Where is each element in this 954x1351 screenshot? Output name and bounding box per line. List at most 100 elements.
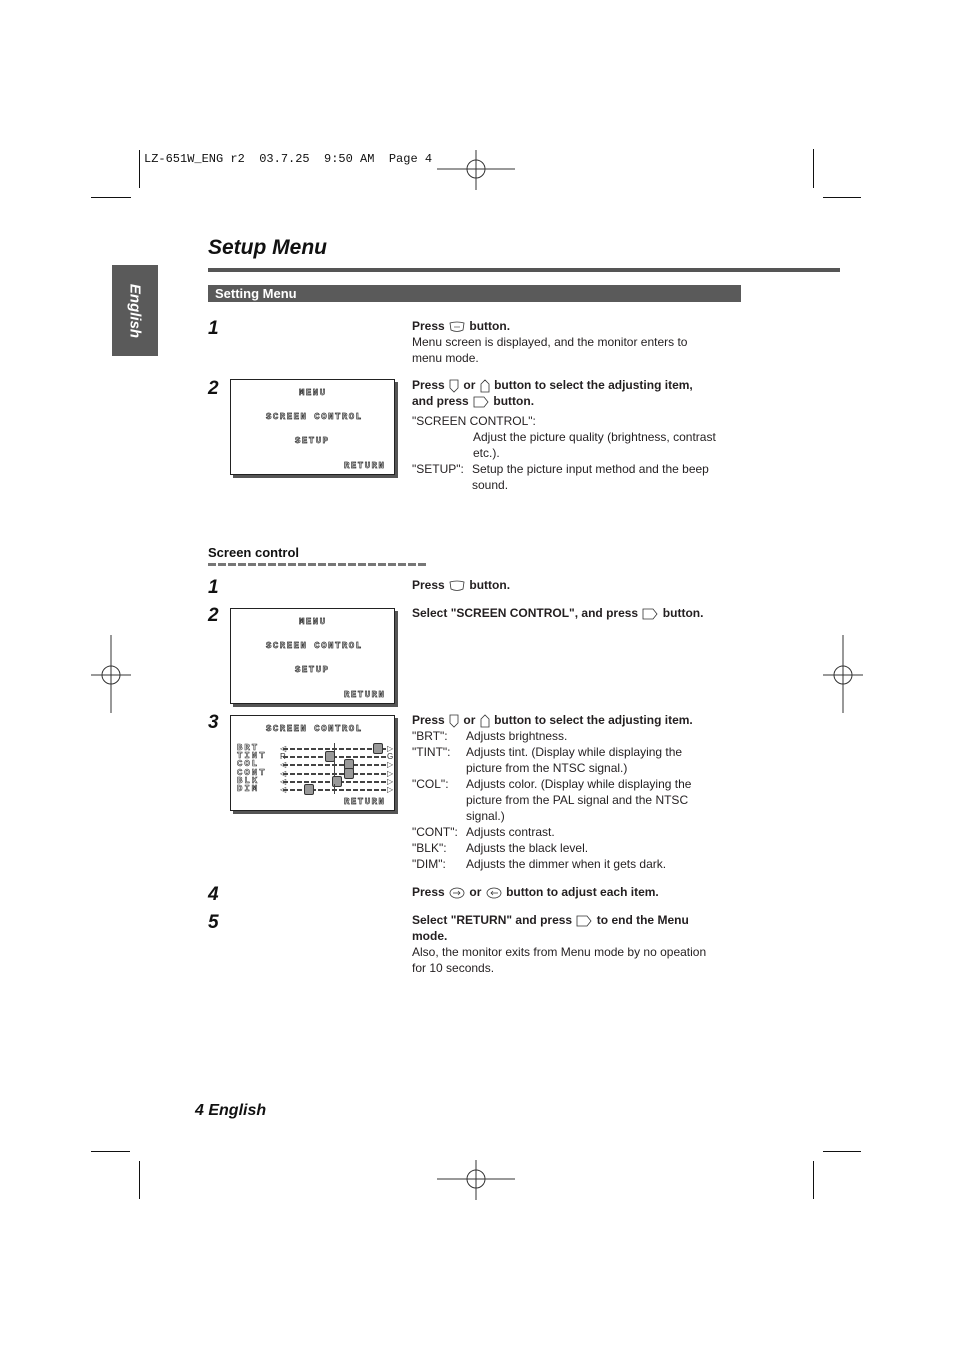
text: Also, the monitor exits from Menu mode b… bbox=[412, 945, 707, 959]
sc-step-2: Select "SCREEN CONTROL", and press butto… bbox=[412, 605, 703, 621]
osd-screen-control: SCREEN CONTROL BRT◁▷TINTRGCOL◁▷CONT◁▷BLK… bbox=[230, 715, 395, 811]
text: button to select the adjusting item, bbox=[494, 378, 693, 392]
text: Adjusts color. (Display while displaying… bbox=[466, 777, 692, 791]
osd-title: SCREEN CONTROL bbox=[266, 724, 363, 735]
def-term: "CONT": bbox=[412, 825, 458, 839]
sc-step-1: Press button. bbox=[412, 577, 510, 593]
text: mode. bbox=[412, 929, 448, 943]
text: picture from the PAL signal and the NTSC bbox=[466, 793, 689, 807]
def-desc: Adjust the picture quality (brightness, … bbox=[412, 429, 752, 461]
text: Select "SCREEN CONTROL", and press bbox=[412, 606, 639, 620]
slider-track bbox=[283, 756, 387, 759]
def-desc: Setup the picture input method and the b… bbox=[472, 461, 709, 493]
definition-list: "BRT": Adjusts brightness. "TINT": Adjusts … bbox=[412, 728, 752, 872]
menu-button-icon bbox=[449, 321, 465, 332]
osd-slider-tint: TINTRG bbox=[237, 751, 393, 763]
def-row: "BRT": Adjusts brightness. bbox=[412, 728, 752, 744]
osd-return: RETURN bbox=[344, 797, 386, 808]
text: to end the Menu bbox=[596, 913, 689, 927]
def-desc: Adjusts the dimmer when it gets dark. bbox=[466, 856, 666, 872]
printer-slug: LZ-651W_ENG r2 03.7.25 9:50 AM Page 4 bbox=[144, 152, 433, 166]
def-row: "BLK": Adjusts the black level. bbox=[412, 840, 752, 856]
def-desc: Adjusts color. (Display while displaying… bbox=[466, 776, 691, 824]
osd-menu-screen: MENU SCREEN CONTROL SETUP RETURN bbox=[230, 379, 395, 475]
down-button-icon bbox=[449, 379, 459, 393]
subsection-title: Screen control bbox=[208, 545, 300, 560]
slider-center-mark bbox=[334, 784, 335, 794]
sc-step-5: Select "RETURN" and press to end the Men… bbox=[412, 912, 752, 976]
registration-mark-icon bbox=[823, 635, 863, 713]
section-title: Setting Menu bbox=[215, 286, 297, 301]
text: Press bbox=[412, 578, 445, 592]
text: for 10 seconds. bbox=[412, 961, 495, 975]
text: signal.) bbox=[466, 809, 505, 823]
crop-mark bbox=[823, 1151, 861, 1152]
slider-track bbox=[283, 772, 387, 775]
crop-mark bbox=[139, 150, 140, 188]
text: Adjusts contrast. bbox=[466, 825, 555, 839]
def-row: "SETUP": Setup the picture input method … bbox=[412, 461, 752, 492]
step-1-instruction: Press button. Menu screen is displayed, … bbox=[412, 318, 742, 366]
text: Press bbox=[412, 885, 445, 899]
sc-step-3-heading: Press or button to select the adjusting … bbox=[412, 712, 752, 728]
text: Press bbox=[412, 713, 445, 727]
step-number: 2 bbox=[208, 378, 219, 399]
enter-button-icon bbox=[577, 915, 592, 927]
def-row: "DIM": Adjusts the dimmer when it gets da… bbox=[412, 856, 752, 872]
registration-mark-icon bbox=[91, 635, 131, 713]
def-term: "TINT": bbox=[412, 745, 451, 759]
text: Select "RETURN" and press bbox=[412, 913, 573, 927]
text: and press bbox=[412, 394, 469, 408]
step-number: 1 bbox=[208, 318, 219, 339]
crop-mark bbox=[813, 1161, 814, 1199]
sc-step-3: Press or button to select the adjusting … bbox=[412, 712, 752, 872]
section-bar: Setting Menu bbox=[208, 285, 741, 302]
def-desc: Adjusts brightness. bbox=[466, 728, 567, 744]
def-row: "CONT": Adjusts contrast. bbox=[412, 824, 752, 840]
def-desc: Adjusts tint. (Display while displaying … bbox=[466, 744, 682, 776]
osd-menu-screen: MENU SCREEN CONTROL SETUP RETURN bbox=[230, 608, 395, 704]
enter-button-icon bbox=[473, 396, 489, 408]
text: Setup the picture input method and the b… bbox=[472, 462, 709, 476]
slider-track bbox=[283, 748, 387, 750]
text: Menu screen is displayed, and the monito… bbox=[412, 335, 688, 349]
def-term: "DIM": bbox=[412, 857, 446, 871]
text: sound. bbox=[472, 478, 509, 492]
definition-list: "SCREEN CONTROL": Adjust the picture qua… bbox=[412, 413, 752, 492]
down-button-icon bbox=[449, 714, 459, 728]
text: Adjusts the dimmer when it gets dark. bbox=[466, 857, 667, 871]
page-footer: 4 English bbox=[195, 1102, 267, 1119]
step-number: 3 bbox=[208, 712, 219, 733]
registration-mark-icon bbox=[437, 1160, 515, 1200]
title-rule bbox=[208, 268, 840, 272]
text: button. bbox=[493, 394, 535, 408]
sc-step-4: Press or button to adjust each item. bbox=[412, 884, 659, 900]
registration-mark-icon bbox=[437, 150, 515, 190]
osd-title: MENU bbox=[299, 388, 327, 399]
crop-mark bbox=[813, 149, 814, 188]
step-number: 1 bbox=[208, 577, 219, 598]
text: Adjusts brightness. bbox=[466, 729, 568, 743]
text: or bbox=[463, 713, 476, 727]
menu-button-icon bbox=[449, 580, 465, 591]
enter-button-icon bbox=[643, 608, 658, 620]
text: etc.). bbox=[473, 446, 500, 460]
crop-mark bbox=[823, 197, 861, 198]
language-side-tab: English bbox=[112, 265, 158, 356]
text: button to select the adjusting item. bbox=[494, 713, 693, 727]
text: menu mode. bbox=[412, 351, 479, 365]
osd-item: SCREEN CONTROL bbox=[266, 412, 363, 423]
text: button. bbox=[469, 578, 511, 592]
def-term: "SETUP": bbox=[412, 462, 464, 476]
text: Adjust the picture quality (brightness, … bbox=[473, 430, 716, 444]
osd-title: MENU bbox=[299, 617, 327, 628]
osd-slider-dim: DIM◁▷ bbox=[237, 784, 393, 795]
text: picture from the NTSC signal.) bbox=[466, 761, 628, 775]
up-button-icon bbox=[480, 379, 490, 393]
osd-item: SETUP bbox=[295, 436, 330, 447]
step-number: 5 bbox=[208, 912, 219, 933]
up-button-icon bbox=[480, 714, 490, 728]
left-button-icon bbox=[486, 887, 502, 899]
osd-item: SETUP bbox=[295, 665, 330, 676]
crop-mark bbox=[139, 1161, 140, 1199]
